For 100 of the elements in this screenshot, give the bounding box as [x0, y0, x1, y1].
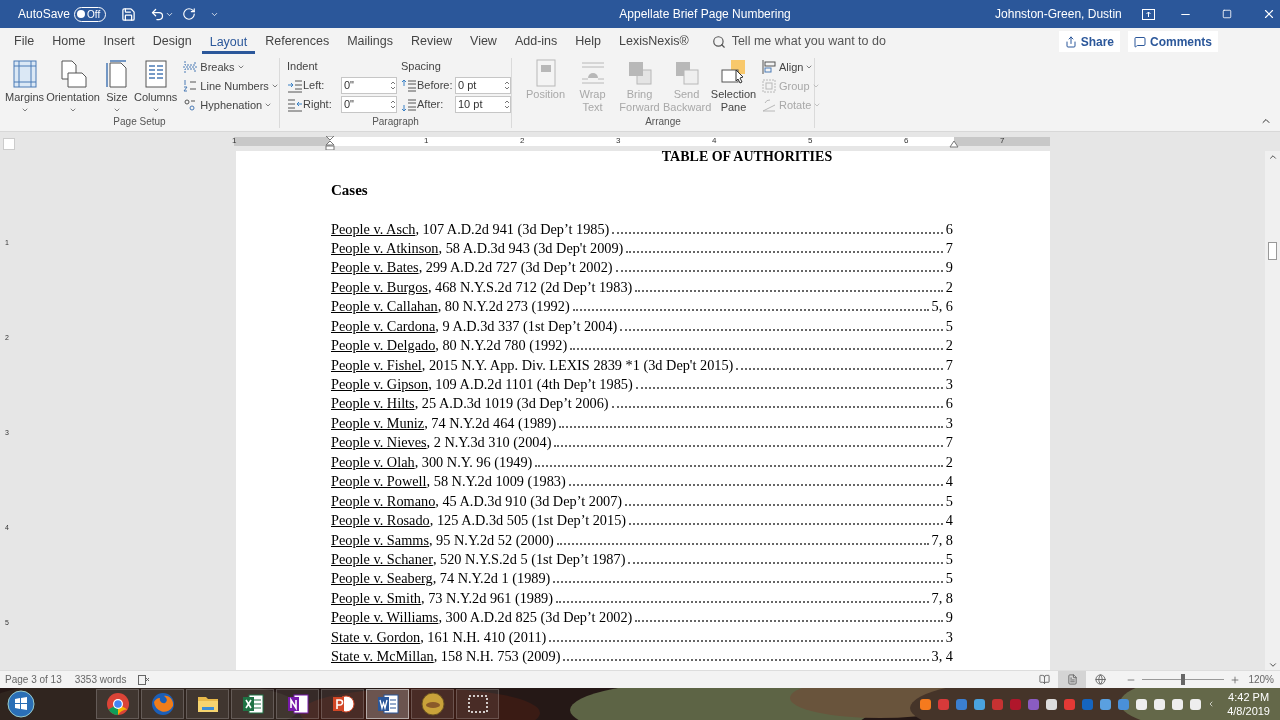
ribbon-button[interactable]: Selection Pane [710, 58, 757, 114]
ruler-number: 1 [424, 136, 429, 146]
menu-tab[interactable]: Review [403, 29, 460, 54]
page-reference: 7, 8 [931, 588, 953, 608]
ribbon-small-button[interactable]: Line Numbers [182, 77, 279, 95]
indent-left-icon [287, 77, 303, 94]
menu-tab[interactable]: Insert [95, 29, 143, 54]
scroll-up-icon[interactable] [1267, 152, 1278, 162]
redo-icon[interactable] [182, 7, 197, 21]
tray-icon[interactable] [1099, 697, 1113, 711]
taskbar-app[interactable] [186, 689, 229, 719]
citation: , 107 A.D.2d 941 (3d Dep’t 1985) [415, 219, 610, 239]
zoom-slider-thumb[interactable] [1181, 674, 1186, 685]
share-button[interactable]: Share [1058, 31, 1120, 52]
notebook-app-icon[interactable] [285, 692, 310, 716]
snipping-icon[interactable] [465, 692, 490, 716]
page-reference: 5 [945, 491, 953, 511]
taskbar-app[interactable] [366, 689, 409, 719]
taskbar-app[interactable] [321, 689, 364, 719]
orientation-icon [58, 59, 89, 89]
scroll-thumb[interactable] [1268, 242, 1277, 260]
case-name: People v. Samms [331, 530, 429, 550]
view-button[interactable] [1058, 670, 1087, 689]
start-button[interactable] [7, 690, 35, 718]
citation: , 58 A.D.3d 943 (3d Dep't 2009) [438, 238, 624, 258]
page-reference: 2 [945, 452, 953, 472]
user-name: Johnston-Green, Dustin [995, 6, 1122, 23]
ribbon-button[interactable]: Orientation [45, 58, 101, 114]
case-name: People v. Fishel [331, 355, 422, 375]
page-reference: 5, 6 [931, 297, 953, 317]
menu-tab[interactable]: Add-ins [506, 29, 566, 54]
spacing-after-icon [401, 96, 417, 113]
undo-icon[interactable] [150, 6, 166, 22]
taskbar-app[interactable] [456, 689, 499, 719]
taskbar-app[interactable] [96, 689, 139, 719]
spinner-icon [390, 99, 396, 110]
maximize-icon[interactable] [1221, 9, 1232, 19]
indent-marker[interactable] [325, 136, 335, 150]
autosave-label: AutoSave [18, 6, 71, 23]
menu-tab[interactable]: Design [144, 29, 200, 54]
menu-tab[interactable]: File [6, 29, 43, 54]
proofing-icon[interactable] [138, 674, 151, 685]
ribbon-button[interactable]: Size [100, 58, 133, 114]
comments-button[interactable]: Comments [1128, 31, 1219, 52]
tray-icon[interactable] [1045, 697, 1059, 711]
zoom-level[interactable]: 120% [1248, 672, 1274, 687]
ribbon-small-button[interactable]: Align [761, 58, 822, 76]
spin-field[interactable]: 0" [341, 77, 397, 94]
menu-tab[interactable]: Mailings [339, 29, 401, 54]
zoom-in-icon[interactable] [1230, 674, 1241, 685]
page-reference: 6 [945, 394, 953, 414]
page-reference: 7 [945, 433, 953, 453]
tray-icon[interactable] [1189, 697, 1203, 711]
ribbon-small-button[interactable]: Breaks [182, 58, 279, 76]
spin-field[interactable]: 10 pt [455, 96, 511, 113]
ribbon-display-icon[interactable] [1141, 8, 1155, 20]
firefox-icon[interactable] [150, 692, 175, 716]
citation: , 80 N.Y.2d 780 (1992) [435, 336, 568, 356]
taskbar-app[interactable] [276, 689, 319, 719]
tray-icon[interactable] [1171, 697, 1185, 711]
spin-field[interactable]: 0 pt [455, 77, 511, 94]
page-icon [1066, 674, 1078, 685]
presentation-app-icon[interactable] [330, 692, 355, 716]
tray-icon[interactable] [1153, 697, 1167, 711]
tray-icon[interactable] [1135, 697, 1149, 711]
citation: , 299 A.D.2d 727 (3d Dep’t 2002) [418, 258, 613, 278]
tray-icon[interactable] [919, 697, 933, 711]
page-reference: 7, 8 [931, 530, 953, 550]
save-icon[interactable] [121, 6, 137, 22]
spinner-icon [390, 80, 396, 91]
case-name: People v. Hilts [331, 394, 415, 414]
ribbon-button[interactable]: Margins [4, 58, 46, 114]
spin-field[interactable]: 0" [341, 96, 397, 113]
menu-tab[interactable]: View [462, 29, 505, 54]
field-label: Right: [303, 97, 333, 113]
chrome-icon[interactable] [105, 692, 130, 716]
case-name: People v. Powell [331, 472, 427, 492]
right-indent-marker[interactable] [949, 141, 959, 148]
ribbon-button[interactable]: Columns [132, 58, 179, 114]
comment-icon [1134, 35, 1146, 48]
menu-tab[interactable]: References [257, 29, 338, 54]
caret-icon [264, 101, 273, 109]
citation: , 109 A.D.2d 1101 (4th Dep’t 1985) [428, 375, 633, 394]
tray-icon[interactable] [973, 697, 987, 711]
word-processor-icon[interactable] [375, 692, 400, 716]
tray-icon[interactable] [1117, 697, 1131, 711]
taskbar-app[interactable] [231, 689, 274, 719]
menu-tab[interactable]: Home [44, 29, 94, 54]
ribbon-small-button[interactable]: Hyphenation [182, 96, 279, 114]
citation: , 74 N.Y.2d 464 (1989) [424, 413, 557, 433]
spreadsheet-app-icon[interactable] [240, 692, 265, 716]
caret-icon [813, 101, 822, 109]
word-count: 3353 words [74, 673, 127, 687]
page-reference: 5 [945, 549, 953, 569]
orb-icon[interactable] [420, 692, 445, 716]
menu-tab[interactable]: LexisNexis® [611, 29, 697, 54]
case-name: State v. McMillan [331, 647, 434, 667]
field-label: After: [417, 97, 445, 113]
scroll-down-icon[interactable] [1267, 660, 1278, 670]
menu-tab[interactable]: Help [567, 29, 609, 54]
